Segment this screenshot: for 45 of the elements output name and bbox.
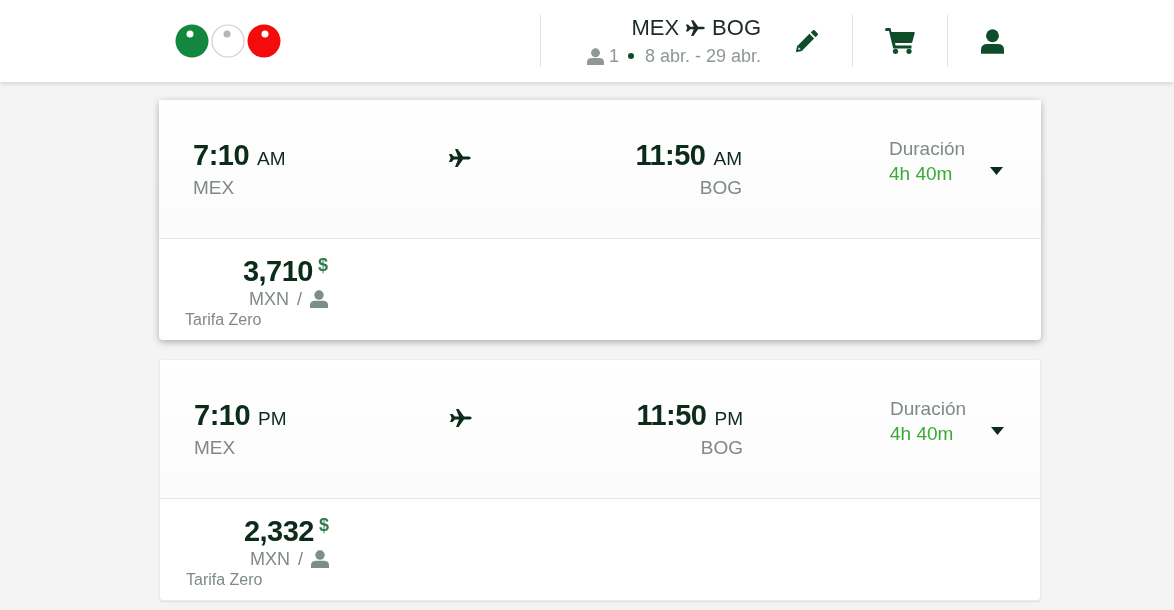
- dot-icon: [627, 53, 634, 59]
- arrival-period: AM: [713, 147, 742, 171]
- duration-value: 4h 40m: [890, 423, 954, 445]
- person-icon: [311, 550, 329, 568]
- currency-code: MXN: [249, 289, 289, 309]
- currency-code: MXN: [250, 549, 290, 569]
- person-icon: [586, 47, 604, 65]
- departure-airport: MEX: [193, 176, 235, 200]
- arrival-time: 11:50: [635, 138, 706, 172]
- caret-icon[interactable]: [991, 427, 1004, 435]
- departure-airport: MEX: [194, 436, 236, 460]
- duration-label: Duración: [890, 398, 967, 420]
- arrival-airport: BOG: [699, 176, 742, 200]
- duration-label: Duración: [889, 138, 966, 160]
- arrival-period: PM: [714, 407, 743, 431]
- caret-icon[interactable]: [990, 167, 1003, 175]
- departure-period: AM: [257, 147, 286, 171]
- flight-card[interactable]: 7:10 PM MEX 11:50 PM BOG Duración 4h 40m 2,332 $ MXN / Tarifa Zero: [159, 359, 1041, 601]
- departure-time: 7:10: [193, 138, 250, 172]
- travel-dates: 8 abr. - 29 abr.: [644, 46, 761, 66]
- fare-name: Tarifa Zero: [186, 571, 263, 589]
- fare-name: Tarifa Zero: [185, 311, 262, 329]
- departure-time: 7:10: [194, 398, 251, 432]
- person-icon: [310, 290, 328, 308]
- flight-card[interactable]: 7:10 AM MEX 11:50 AM BOG Duración 4h 40m 3,710 $ MXN / Tarifa Zero: [159, 100, 1041, 340]
- pencil-icon: [793, 27, 820, 55]
- departure-period: PM: [258, 407, 287, 431]
- plane-icon: [685, 19, 707, 37]
- cart-icon: [885, 28, 915, 54]
- per-separator: /: [298, 549, 303, 569]
- duration-value: 4h 40m: [889, 163, 953, 185]
- plane-icon: [448, 148, 472, 168]
- passenger-count: 1: [608, 46, 619, 66]
- user-icon: [980, 28, 1004, 54]
- currency-symbol: $: [318, 255, 328, 275]
- price-amount: 2,332: [243, 515, 314, 547]
- currency-symbol: $: [319, 515, 329, 535]
- arrival-time: 11:50: [636, 398, 707, 432]
- logo-icon[interactable]: [175, 23, 281, 59]
- plane-icon: [449, 408, 473, 428]
- destination-code: BOG: [712, 16, 761, 40]
- price-amount: 3,710: [242, 255, 313, 287]
- origin-code: MEX: [631, 16, 680, 40]
- arrival-airport: BOG: [700, 436, 743, 460]
- per-separator: /: [297, 289, 302, 309]
